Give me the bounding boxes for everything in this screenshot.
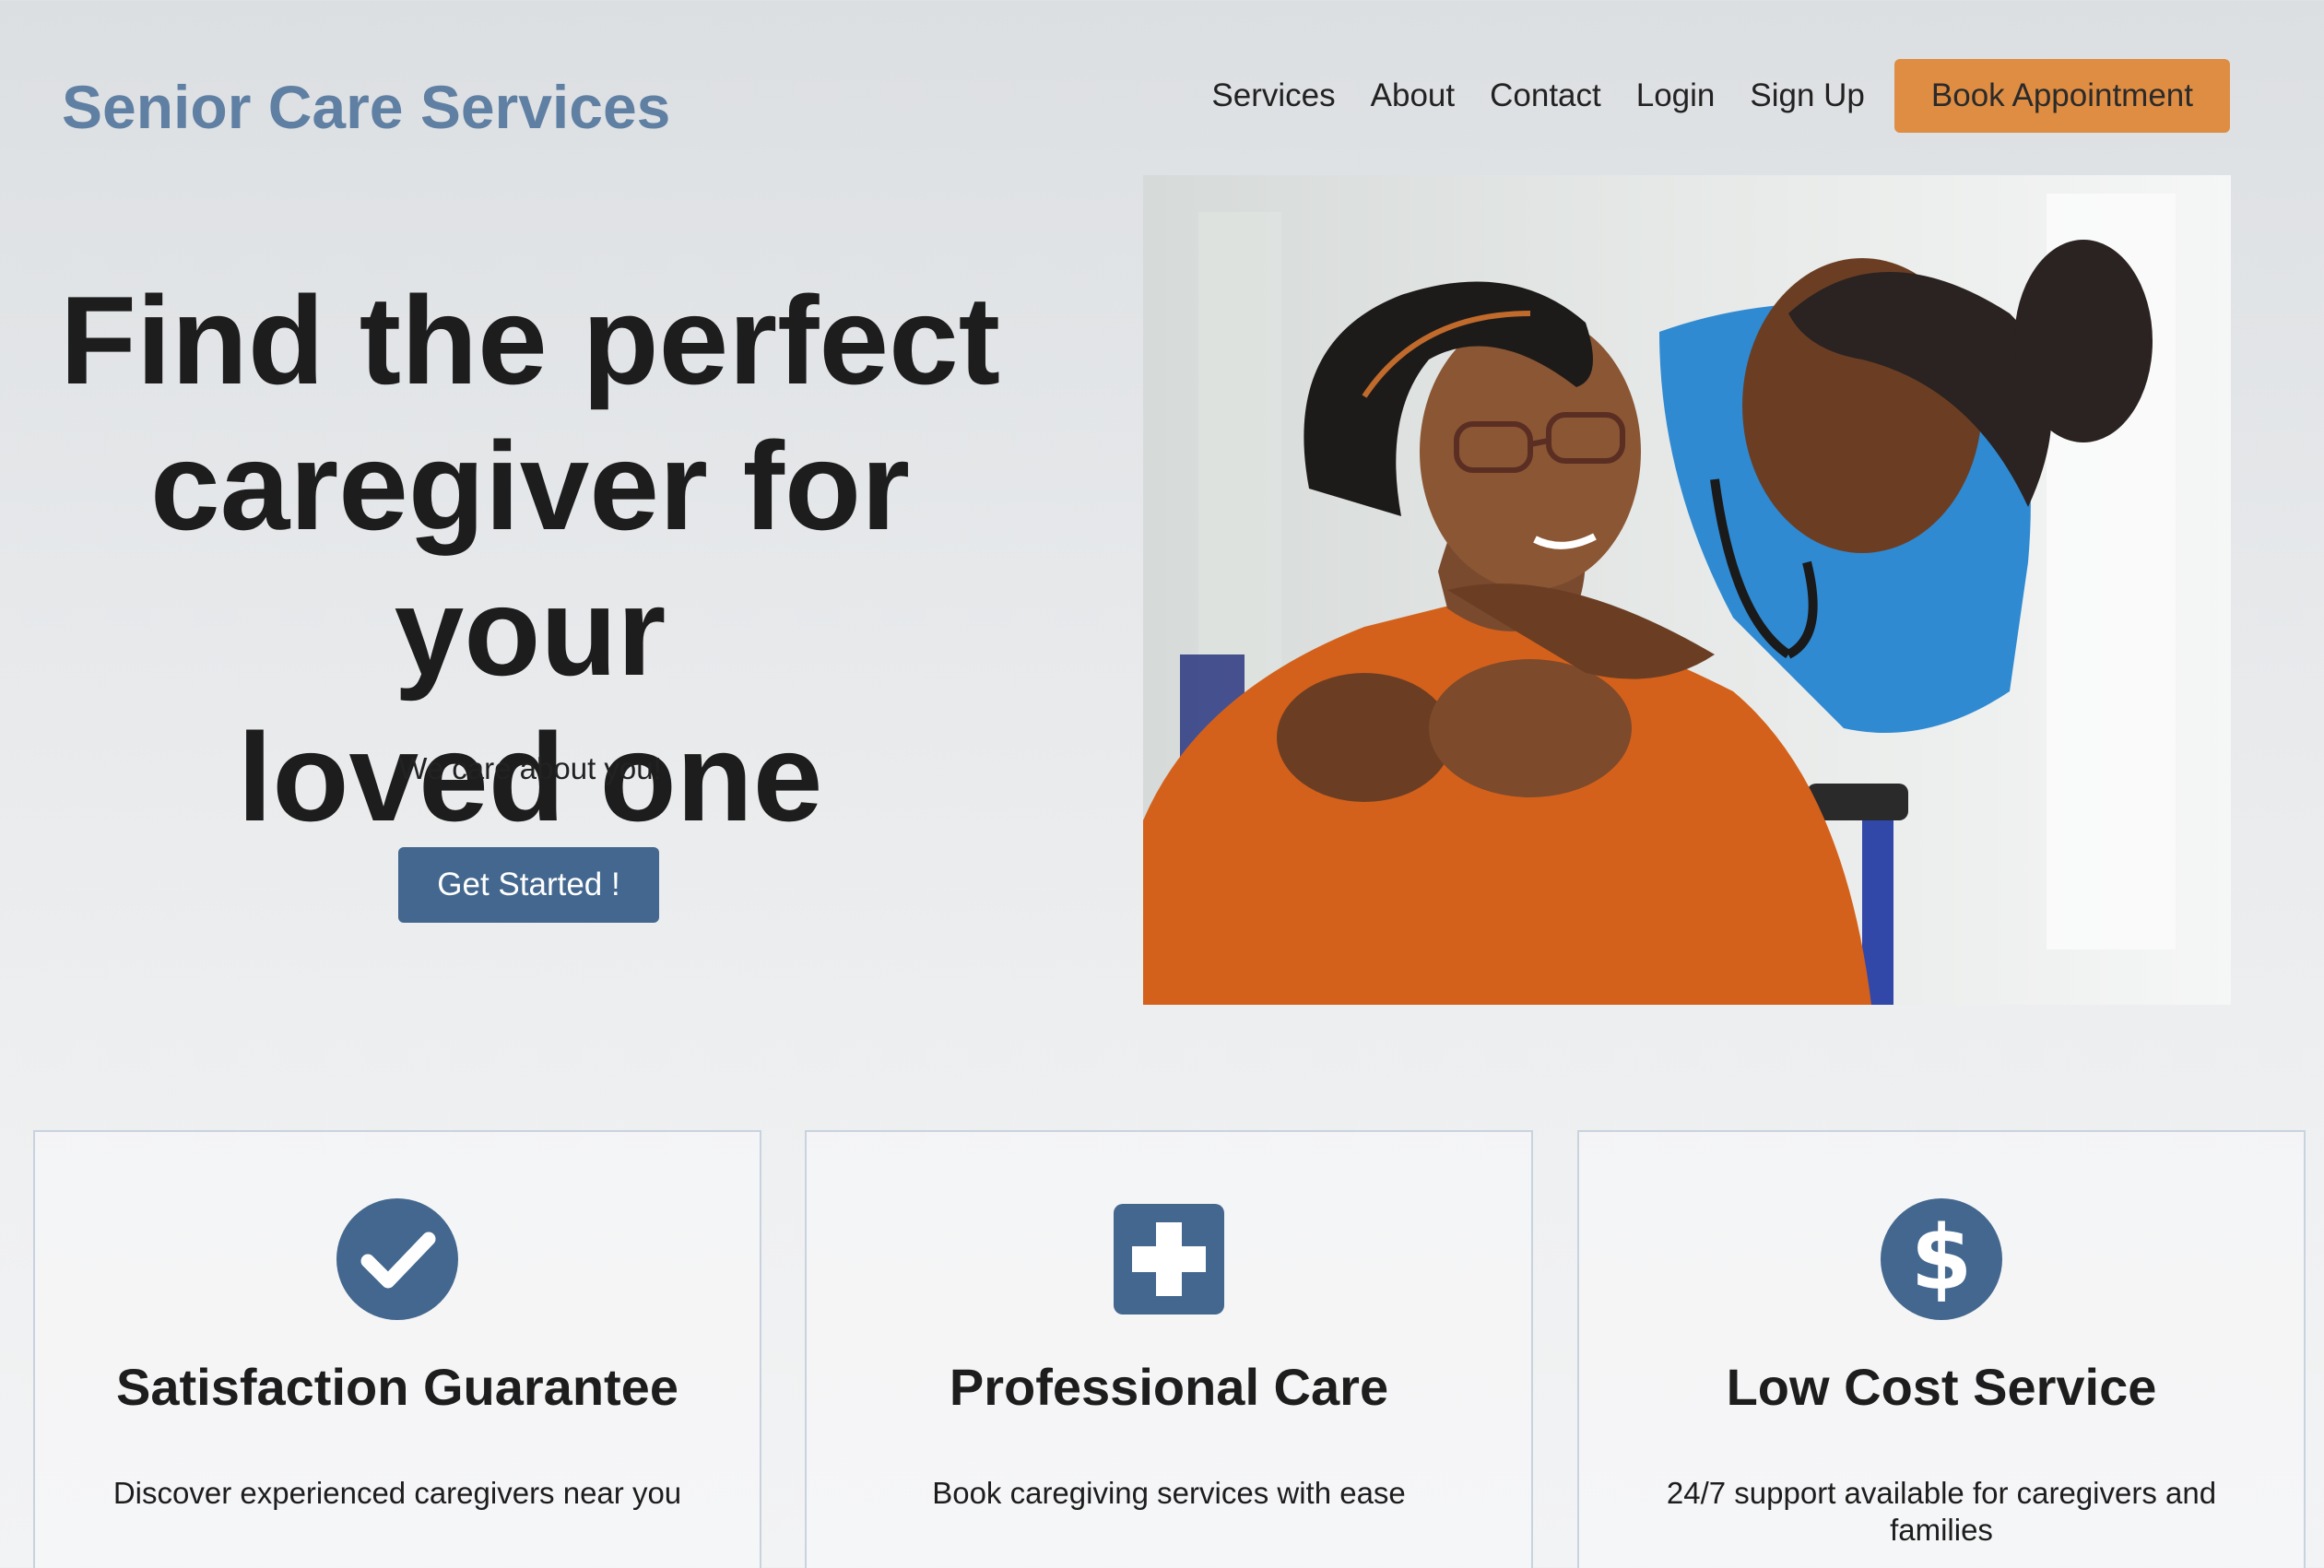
svg-text:$: $ — [1911, 1207, 1973, 1310]
feature-text: Book caregiving services with ease — [932, 1476, 1406, 1510]
nav-contact[interactable]: Contact — [1490, 77, 1601, 114]
feature-text: 24/7 support available for caregivers an… — [1666, 1476, 2217, 1547]
hero-subtitle: We care about you! — [398, 751, 662, 785]
main-nav: Services About Contact Login Sign Up Boo… — [1211, 59, 2230, 133]
hero-title-line-1: Find the perfect — [59, 270, 1001, 410]
feature-title: Low Cost Service — [1726, 1358, 2157, 1416]
feature-text: Discover experienced caregivers near you — [112, 1476, 682, 1510]
hero-title-line-2: caregiver for your — [150, 416, 910, 701]
dollar-circle-icon: $ — [1879, 1197, 2004, 1322]
nav-login[interactable]: Login — [1636, 77, 1716, 114]
medical-plus-icon — [1106, 1197, 1232, 1322]
feature-card-low-cost: $ Low Cost Service 24/7 support availabl… — [1577, 1130, 2306, 1568]
hero-image — [1143, 175, 2231, 1005]
check-circle-icon — [335, 1197, 460, 1322]
caregiver-photo-illustration — [1143, 175, 2231, 1005]
feature-title: Satisfaction Guarantee — [116, 1358, 678, 1416]
nav-sign-up[interactable]: Sign Up — [1750, 77, 1865, 114]
get-started-button[interactable]: Get Started ! — [398, 847, 659, 923]
nav-about[interactable]: About — [1371, 77, 1455, 114]
nav-services[interactable]: Services — [1211, 77, 1335, 114]
features-section: Satisfaction Guarantee Discover experien… — [33, 1130, 2306, 1568]
feature-card-satisfaction: Satisfaction Guarantee Discover experien… — [33, 1130, 761, 1568]
feature-title: Professional Care — [949, 1358, 1389, 1416]
book-appointment-button[interactable]: Book Appointment — [1893, 59, 2230, 133]
site-logo[interactable]: Senior Care Services — [62, 72, 670, 142]
feature-card-professional: Professional Care Book caregiving servic… — [805, 1130, 1533, 1568]
